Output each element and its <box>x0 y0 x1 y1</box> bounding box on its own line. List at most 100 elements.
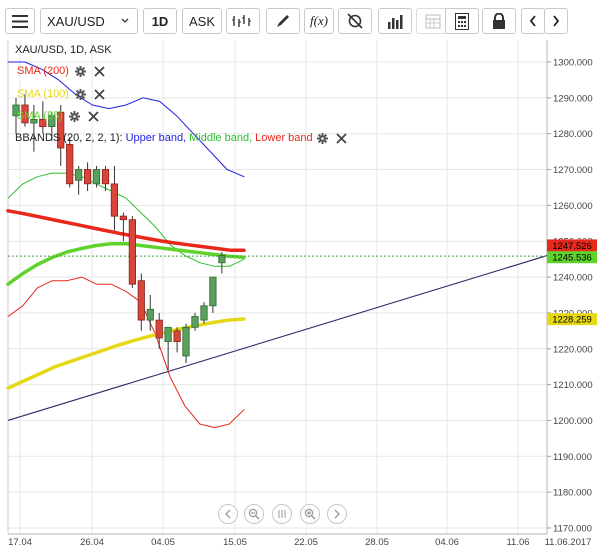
candle-body <box>101 169 110 185</box>
y-tick-label: 1210.000 <box>553 380 593 391</box>
legend-sma200: SMA (200) <box>15 65 105 77</box>
calculator-icon <box>455 12 469 30</box>
candle-body <box>137 280 145 321</box>
candle-body <box>209 276 217 307</box>
gear-icon[interactable] <box>74 88 86 100</box>
close-icon[interactable] <box>94 65 105 77</box>
price-tag-sma55: 1245.536 <box>552 253 592 264</box>
calculator-button[interactable] <box>445 8 479 34</box>
symbol-select[interactable]: XAU/USD <box>40 8 138 34</box>
last-page-icon <box>334 509 340 519</box>
legend-sma100-label: SMA (100) <box>17 88 69 100</box>
legend-sma55-label: SMA (55) <box>17 110 63 122</box>
y-tick-label: 1270.000 <box>553 165 593 176</box>
y-tick-label: 1240.000 <box>553 273 593 284</box>
x-tick-label: 28.05 <box>365 537 389 548</box>
legend-bbands-lower: Lower band <box>255 132 313 144</box>
price-tag-sma200: 1247.526 <box>552 241 592 252</box>
indicators-button[interactable]: f(x) <box>304 8 334 34</box>
settings-icon <box>347 13 363 29</box>
y-tick-label: 1170.000 <box>553 524 592 535</box>
gear-icon[interactable] <box>316 132 328 144</box>
candle-body <box>182 326 190 357</box>
draw-button[interactable] <box>266 8 300 34</box>
draw-icon <box>277 15 289 27</box>
x-tick-label: 04.05 <box>151 537 175 548</box>
legend-sma55: SMA (55) <box>15 110 99 122</box>
y-tick-label: 1280.000 <box>553 129 593 140</box>
lock-button[interactable] <box>482 8 516 34</box>
bar-chart-icon <box>388 14 403 29</box>
next-button[interactable] <box>544 8 568 34</box>
chart-type-button[interactable] <box>226 8 260 34</box>
candle-body <box>200 305 208 321</box>
price-type-select[interactable]: ASK <box>182 8 222 34</box>
sma55-line <box>6 241 246 286</box>
legend-bbands-middle: Middle band, <box>189 132 253 144</box>
x-tick-label: 22.05 <box>294 537 318 548</box>
sma100-line <box>6 317 246 390</box>
scroll-handle[interactable] <box>272 504 292 524</box>
y-tick-label: 1200.000 <box>553 416 593 427</box>
candle-body <box>119 215 127 221</box>
gear-icon[interactable] <box>74 65 86 77</box>
zoom-in-icon <box>304 508 316 520</box>
legend-bbands-label: BBANDS (20, 2, 2, 1): <box>15 132 123 144</box>
candle-body <box>75 169 83 181</box>
chevron-down-icon <box>121 18 129 23</box>
y-tick-label: 1190.000 <box>553 452 592 463</box>
legend-sma200-label: SMA (200) <box>17 65 69 77</box>
x-tick-label: 04.06 <box>435 537 459 548</box>
lock-icon <box>493 12 505 29</box>
candle-body <box>155 319 163 339</box>
calendar-icon <box>425 14 441 29</box>
y-tick-label: 1220.000 <box>553 344 593 355</box>
last-page-button[interactable] <box>327 504 347 524</box>
first-page-button[interactable] <box>218 504 238 524</box>
menu-button[interactable] <box>5 8 35 34</box>
candle-body <box>66 143 74 185</box>
price-type-label: ASK <box>188 13 215 29</box>
candle-body <box>84 169 92 185</box>
bb-lower-line <box>7 276 245 429</box>
next-arrow-icon <box>553 15 560 27</box>
candle-body <box>110 183 118 217</box>
chart-type-icon <box>232 15 251 27</box>
y-tick-label: 1300.000 <box>553 58 593 69</box>
y-tick-label: 1260.000 <box>553 201 593 212</box>
prev-button[interactable] <box>521 8 545 34</box>
candle-body <box>128 219 136 285</box>
legend-sma100: SMA (100) <box>15 88 105 100</box>
close-icon[interactable] <box>88 110 99 122</box>
zoom-out-button[interactable] <box>244 504 264 524</box>
chart-settings-button[interactable] <box>338 8 372 34</box>
y-tick-label: 1290.000 <box>553 93 593 104</box>
legend-bbands: BBANDS (20, 2, 2, 1): Upper band, Middle… <box>15 132 347 144</box>
x-tick-label: 15.05 <box>223 537 247 548</box>
candle-body <box>92 169 101 185</box>
gear-icon[interactable] <box>68 110 80 122</box>
x-tick-label: 26.04 <box>80 537 104 548</box>
zoom-out-icon <box>248 508 260 520</box>
zoom-in-button[interactable] <box>300 504 320 524</box>
volume-button[interactable] <box>378 8 412 34</box>
menu-icon <box>12 14 28 28</box>
legend-bbands-upper: Upper band, <box>125 132 187 144</box>
candle-body <box>218 255 226 264</box>
close-icon[interactable] <box>94 88 105 100</box>
candle-body <box>164 326 172 342</box>
chart-header: XAU/USD, 1D, ASK <box>15 44 112 56</box>
x-tick-label: 11.06.2017 <box>545 537 592 548</box>
price-tag-sma100: 1228.259 <box>552 315 592 326</box>
prev-arrow-icon <box>529 15 536 27</box>
x-tick-label: 11.06 <box>506 537 529 548</box>
fx-icon: f(x) <box>309 13 329 28</box>
timeframe-select[interactable]: 1D <box>143 8 177 34</box>
candle-body <box>173 330 181 342</box>
candle-body <box>146 308 154 321</box>
timeframe-label: 1D <box>151 13 169 29</box>
scroll-handle-icon <box>278 510 286 518</box>
toolbar: XAU/USD 1D ASK f(x) <box>0 0 600 40</box>
candle-body <box>191 316 199 328</box>
close-icon[interactable] <box>336 132 347 144</box>
